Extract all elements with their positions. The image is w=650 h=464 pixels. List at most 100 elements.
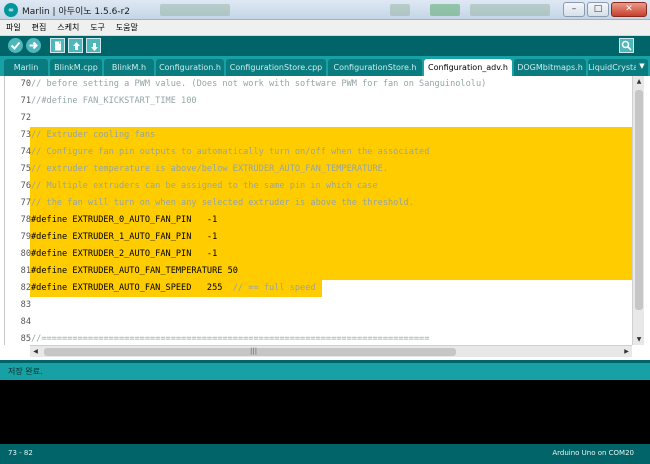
code-statement: #define EXTRUDER_AUTO_FAN_TEMPERATURE 50 xyxy=(31,266,238,276)
horizontal-scrollbar[interactable]: ◀ ||| ▶ xyxy=(30,345,632,357)
code-line[interactable]: 77// the fan will turn on when any selec… xyxy=(5,195,632,212)
tab-configuration-h[interactable]: Configuration.h xyxy=(156,59,224,76)
line-number: 76 xyxy=(20,181,31,191)
tab-marlin[interactable]: Marlin xyxy=(4,59,48,76)
verify-icon[interactable] xyxy=(8,38,23,53)
menu-sketch[interactable]: 스케치 xyxy=(53,20,83,36)
code-line[interactable]: 78 #define EXTRUDER_0_AUTO_FAN_PIN -1 xyxy=(5,212,632,229)
footer-bar: 73 - 82 Arduino Uno on COM20 xyxy=(0,444,650,464)
new-icon[interactable] xyxy=(50,38,65,53)
code-text: //======================================… xyxy=(31,331,429,345)
line-number: 77 xyxy=(20,198,31,208)
code-text: // before setting a PWM value. (Does not… xyxy=(31,76,486,93)
code-text: // the fan will turn on when any selecte… xyxy=(31,195,414,212)
code-line[interactable]: 74// Configure fan pin outputs to automa… xyxy=(5,144,632,161)
blurred-region xyxy=(160,4,230,16)
blurred-region xyxy=(430,4,460,16)
menu-edit[interactable]: 편집 xyxy=(28,20,51,36)
console-output[interactable] xyxy=(0,380,650,444)
line-number: 72 xyxy=(20,113,31,123)
code-line[interactable]: 81 #define EXTRUDER_AUTO_FAN_TEMPERATURE … xyxy=(5,263,632,280)
tab-menu-icon[interactable]: ▼ xyxy=(636,60,648,72)
code-text: #define EXTRUDER_0_AUTO_FAN_PIN -1 xyxy=(31,212,217,229)
upload-icon[interactable] xyxy=(26,38,41,53)
code-comment: // == full speed xyxy=(222,283,316,293)
scroll-up-icon[interactable]: ▲ xyxy=(633,76,645,87)
code-text: #define EXTRUDER_AUTO_FAN_TEMPERATURE 50 xyxy=(31,263,238,280)
menu-bar: 파일 편집 스케치 도구 도움말 xyxy=(0,20,650,36)
minimize-icon[interactable]: – xyxy=(563,2,585,17)
code-line[interactable]: 73// Extruder cooling fans xyxy=(5,127,632,144)
line-number: 83 xyxy=(20,300,31,310)
code-text: // Multiple extruders can be assigned to… xyxy=(31,178,378,195)
maximize-icon[interactable]: □ xyxy=(587,2,609,17)
line-number: 74 xyxy=(20,147,31,157)
line-number: 78 xyxy=(20,215,31,225)
code-line[interactable]: 70// before setting a PWM value. (Does n… xyxy=(5,76,632,93)
line-number: 84 xyxy=(20,317,31,327)
code-text: #define EXTRUDER_1_AUTO_FAN_PIN -1 xyxy=(31,229,217,246)
line-number: 85 xyxy=(20,334,31,344)
code-line[interactable]: 80 #define EXTRUDER_2_AUTO_FAN_PIN -1 xyxy=(5,246,632,263)
scroll-grip-icon: ||| xyxy=(250,347,258,355)
code-statement: #define EXTRUDER_0_AUTO_FAN_PIN -1 xyxy=(31,215,218,225)
code-editor[interactable]: 70// before setting a PWM value. (Does n… xyxy=(4,76,632,345)
code-text: // extruder temperature is above/below E… xyxy=(31,161,388,178)
save-icon[interactable] xyxy=(86,38,101,53)
tab-bar: Marlin BlinkM.cpp BlinkM.h Configuration… xyxy=(0,56,650,76)
tab-configurationstore-cpp[interactable]: ConfigurationStore.cpp xyxy=(226,59,326,76)
menu-file[interactable]: 파일 xyxy=(0,20,25,36)
code-line[interactable]: 76// Multiple extruders can be assigned … xyxy=(5,178,632,195)
tab-blinkm-h[interactable]: BlinkM.h xyxy=(104,59,154,76)
title-bar: ∞ Marlin | 아두이노 1.5.6-r2 – □ ✕ xyxy=(0,0,650,20)
line-number: 70 xyxy=(20,79,31,89)
code-line[interactable]: 82 #define EXTRUDER_AUTO_FAN_SPEED 255 //… xyxy=(5,280,632,297)
scroll-thumb[interactable] xyxy=(635,90,643,310)
scroll-right-icon[interactable]: ▶ xyxy=(621,346,632,358)
code-text: // Configure fan pin outputs to automati… xyxy=(31,144,429,161)
code-comment: // Extruder cooling fans xyxy=(31,130,156,140)
vertical-scrollbar[interactable]: ▲ ▼ xyxy=(632,76,644,345)
code-text: #define EXTRUDER_2_AUTO_FAN_PIN -1 xyxy=(31,246,217,263)
menu-tools[interactable]: 도구 xyxy=(86,20,109,36)
code-comment: // Configure fan pin outputs to automati… xyxy=(31,147,430,157)
window-controls: – □ ✕ xyxy=(563,2,647,17)
code-comment: //#define FAN_KICKSTART_TIME 100 xyxy=(31,96,197,106)
blurred-region xyxy=(470,4,550,16)
tab-configuration-adv-h[interactable]: Configuration_adv.h xyxy=(424,59,512,76)
serial-monitor-icon[interactable] xyxy=(619,38,634,53)
open-icon[interactable] xyxy=(68,38,83,53)
menu-help[interactable]: 도움말 xyxy=(112,20,142,36)
code-line[interactable]: 83 xyxy=(5,297,632,314)
window-title: Marlin | 아두이노 1.5.6-r2 xyxy=(22,7,130,17)
code-line[interactable]: 75// extruder temperature is above/below… xyxy=(5,161,632,178)
scroll-down-icon[interactable]: ▼ xyxy=(633,334,645,345)
board-info: Arduino Uno on COM20 xyxy=(552,449,634,457)
code-comment: // extruder temperature is above/below E… xyxy=(31,164,388,174)
code-line[interactable]: 85//====================================… xyxy=(5,331,632,345)
line-number: 80 xyxy=(20,249,31,259)
line-number: 82 xyxy=(20,283,31,293)
code-comment: // the fan will turn on when any selecte… xyxy=(31,198,414,208)
code-comment: // Multiple extruders can be assigned to… xyxy=(31,181,378,191)
code-text: // Extruder cooling fans xyxy=(31,127,155,144)
code-line[interactable]: 84 xyxy=(5,314,632,331)
code-text: //#define FAN_KICKSTART_TIME 100 xyxy=(31,93,197,110)
close-icon[interactable]: ✕ xyxy=(611,2,647,17)
arduino-logo-icon: ∞ xyxy=(4,3,18,17)
tab-dogmbitmaps-h[interactable]: DOGMbitmaps.h xyxy=(514,59,586,76)
tab-configurationstore-h[interactable]: ConfigurationStore.h xyxy=(328,59,422,76)
code-line[interactable]: 71//#define FAN_KICKSTART_TIME 100 xyxy=(5,93,632,110)
code-comment: // before setting a PWM value. (Does not… xyxy=(31,79,487,89)
code-statement: #define EXTRUDER_2_AUTO_FAN_PIN -1 xyxy=(31,249,218,259)
tab-blinkm-cpp[interactable]: BlinkM.cpp xyxy=(50,59,102,76)
status-bar: 저장 완료. xyxy=(0,360,650,380)
code-statement: #define EXTRUDER_1_AUTO_FAN_PIN -1 xyxy=(31,232,218,242)
code-line[interactable]: 72 xyxy=(5,110,632,127)
status-message: 저장 완료. xyxy=(8,367,43,376)
line-number: 81 xyxy=(20,266,31,276)
code-line[interactable]: 79 #define EXTRUDER_1_AUTO_FAN_PIN -1 xyxy=(5,229,632,246)
code-comment: //======================================… xyxy=(31,334,430,344)
scroll-left-icon[interactable]: ◀ xyxy=(30,346,41,358)
cursor-position: 73 - 82 xyxy=(8,449,33,457)
